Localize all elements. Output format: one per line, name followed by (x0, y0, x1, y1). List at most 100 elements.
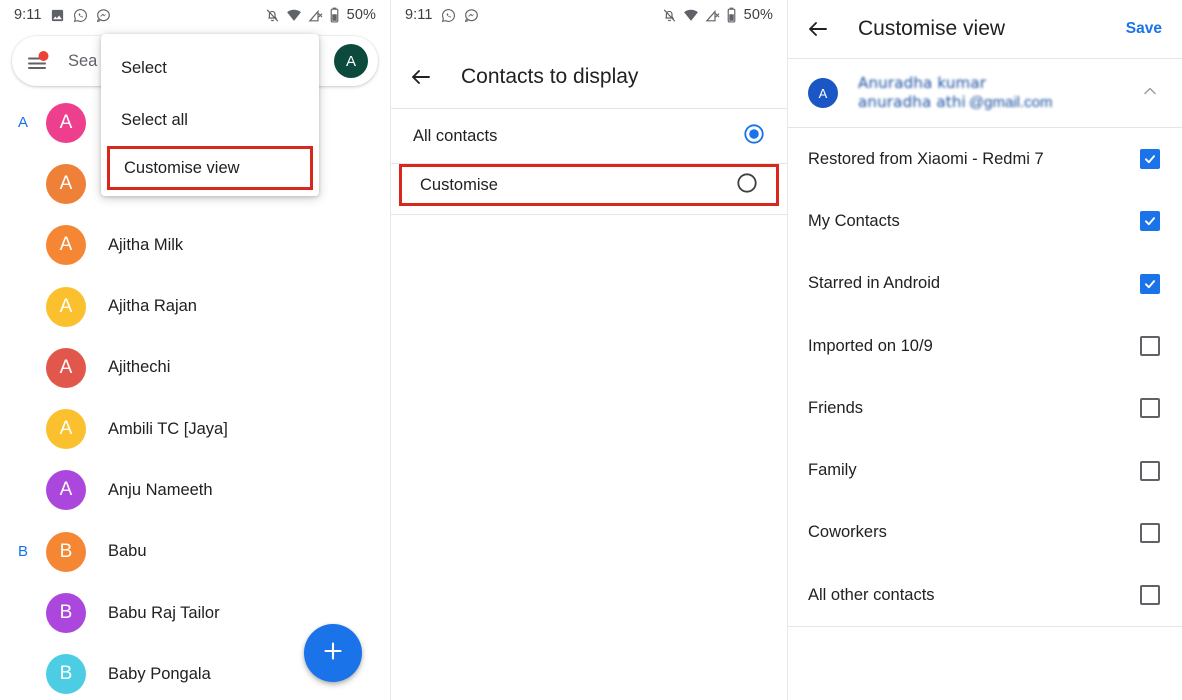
page-title: Customise view (858, 17, 1005, 41)
whatsapp-icon (73, 8, 88, 23)
contact-avatar: A (46, 348, 86, 388)
group-label: Imported on 10/9 (808, 337, 933, 356)
app-bar: Customise view Save (788, 0, 1182, 58)
group-checkbox-list: Restored from Xiaomi - Redmi 7 My Contac… (788, 128, 1182, 626)
option-customise[interactable]: Customise (399, 164, 779, 206)
checkbox-unchecked[interactable] (1140, 336, 1160, 356)
group-row-family[interactable]: Family (788, 439, 1182, 501)
account-name: Anuradha kumar (858, 74, 1052, 93)
group-label: All other contacts (808, 586, 935, 605)
wifi-icon (683, 8, 699, 23)
contact-avatar: A (46, 164, 86, 204)
contact-avatar: B (46, 532, 86, 572)
contacts-to-display-screen: 9:11 (390, 0, 787, 700)
section-header-letter: A (0, 114, 46, 131)
group-label: Starred in Android (808, 274, 940, 293)
list-item[interactable]: A Ambili TC [Jaya] (0, 398, 390, 459)
radio-selected-icon[interactable] (743, 123, 765, 150)
app-bar: Contacts to display (391, 46, 787, 108)
checkbox-checked[interactable] (1140, 149, 1160, 169)
group-row-my-contacts[interactable]: My Contacts (788, 190, 1182, 252)
whatsapp-icon (441, 8, 456, 23)
account-email: anuradha athi @gmail.com (858, 93, 1052, 112)
menu-item-label: Select (121, 59, 167, 78)
group-row-friends[interactable]: Friends (788, 377, 1182, 439)
checkbox-unchecked[interactable] (1140, 585, 1160, 605)
group-row-starred-android[interactable]: Starred in Android (788, 253, 1182, 315)
create-contact-fab[interactable] (304, 624, 362, 682)
group-row-imported[interactable]: Imported on 10/9 (788, 315, 1182, 377)
checkbox-checked[interactable] (1140, 274, 1160, 294)
contact-avatar: A (46, 225, 86, 265)
checkbox-unchecked[interactable] (1140, 398, 1160, 418)
list-item[interactable]: A Anju Nameeth (0, 460, 390, 521)
list-item[interactable]: A Ajitha Rajan (0, 276, 390, 337)
account-text: Anuradha kumar anuradha athi @gmail.com (858, 74, 1052, 112)
checkbox-checked[interactable] (1140, 211, 1160, 231)
status-bar-clock: 9:11 (14, 7, 42, 23)
list-item[interactable]: A Ajitha Milk (0, 215, 390, 276)
group-label: Coworkers (808, 523, 887, 542)
menu-item-label: Customise view (124, 159, 240, 178)
group-row-restored-xiaomi[interactable]: Restored from Xiaomi - Redmi 7 (788, 128, 1182, 190)
menu-item-customise-view[interactable]: Customise view (107, 146, 313, 190)
wifi-icon (286, 8, 302, 23)
menu-item-select-all[interactable]: Select all (101, 94, 319, 146)
notifications-off-icon (662, 8, 677, 23)
signal-off-icon (705, 8, 720, 23)
account-header[interactable]: A Anuradha kumar anuradha athi @gmail.co… (788, 59, 1182, 127)
hamburger-menu-icon[interactable] (24, 49, 54, 73)
status-bar-clock: 9:11 (405, 7, 433, 23)
account-email-local: anuradha athi (858, 93, 966, 112)
avatar: A (808, 78, 838, 108)
contact-avatar: B (46, 593, 86, 633)
battery-percent-label: 50% (744, 7, 773, 23)
group-row-all-other-contacts[interactable]: All other contacts (788, 564, 1182, 626)
messenger-icon (464, 8, 479, 23)
battery-icon (329, 7, 340, 23)
contact-name: Ajitha Milk (108, 236, 183, 255)
search-input[interactable]: Sea (68, 52, 97, 71)
status-bar: 9:11 (391, 0, 787, 30)
option-label: All contacts (413, 127, 497, 146)
avatar[interactable]: A (334, 44, 368, 78)
group-label: Friends (808, 399, 863, 418)
notifications-off-icon (265, 8, 280, 23)
status-bar-right: 50% (662, 7, 773, 23)
contact-avatar: B (46, 654, 86, 694)
checkbox-unchecked[interactable] (1140, 523, 1160, 543)
plus-icon (321, 639, 345, 668)
menu-item-select[interactable]: Select (101, 42, 319, 94)
battery-icon (726, 7, 737, 23)
chevron-up-icon[interactable] (1140, 81, 1160, 106)
save-button[interactable]: Save (1126, 20, 1162, 38)
contact-avatar: A (46, 287, 86, 327)
contact-avatar: A (46, 470, 86, 510)
group-label: My Contacts (808, 212, 900, 231)
list-item[interactable]: A Ajithechi (0, 337, 390, 398)
section-header-letter: B (0, 543, 46, 560)
group-row-coworkers[interactable]: Coworkers (788, 502, 1182, 564)
signal-off-icon (308, 8, 323, 23)
checkbox-unchecked[interactable] (1140, 461, 1160, 481)
contacts-list-screen: 9:11 (0, 0, 390, 700)
contact-avatar: A (46, 103, 86, 143)
status-bar: 9:11 (0, 0, 390, 30)
contact-name: Ajithechi (108, 358, 170, 377)
overflow-menu: Select Select all Customise view (101, 34, 319, 196)
group-label: Family (808, 461, 857, 480)
contact-avatar: A (46, 409, 86, 449)
menu-item-label: Select all (121, 111, 188, 130)
contact-name: Ambili TC [Jaya] (108, 420, 228, 439)
battery-percent-label: 50% (347, 7, 376, 23)
option-label: Customise (420, 176, 498, 195)
contact-name: Anju Nameeth (108, 481, 213, 500)
account-email-domain: @gmail.com (969, 93, 1053, 112)
list-item[interactable]: B B Babu (0, 521, 390, 582)
back-arrow-icon[interactable] (409, 65, 451, 89)
contact-name: Babu (108, 542, 147, 561)
back-arrow-icon[interactable] (806, 17, 848, 41)
radio-unselected-icon[interactable] (736, 172, 758, 199)
group-label: Restored from Xiaomi - Redmi 7 (808, 150, 1044, 169)
option-all-contacts[interactable]: All contacts (391, 109, 787, 163)
